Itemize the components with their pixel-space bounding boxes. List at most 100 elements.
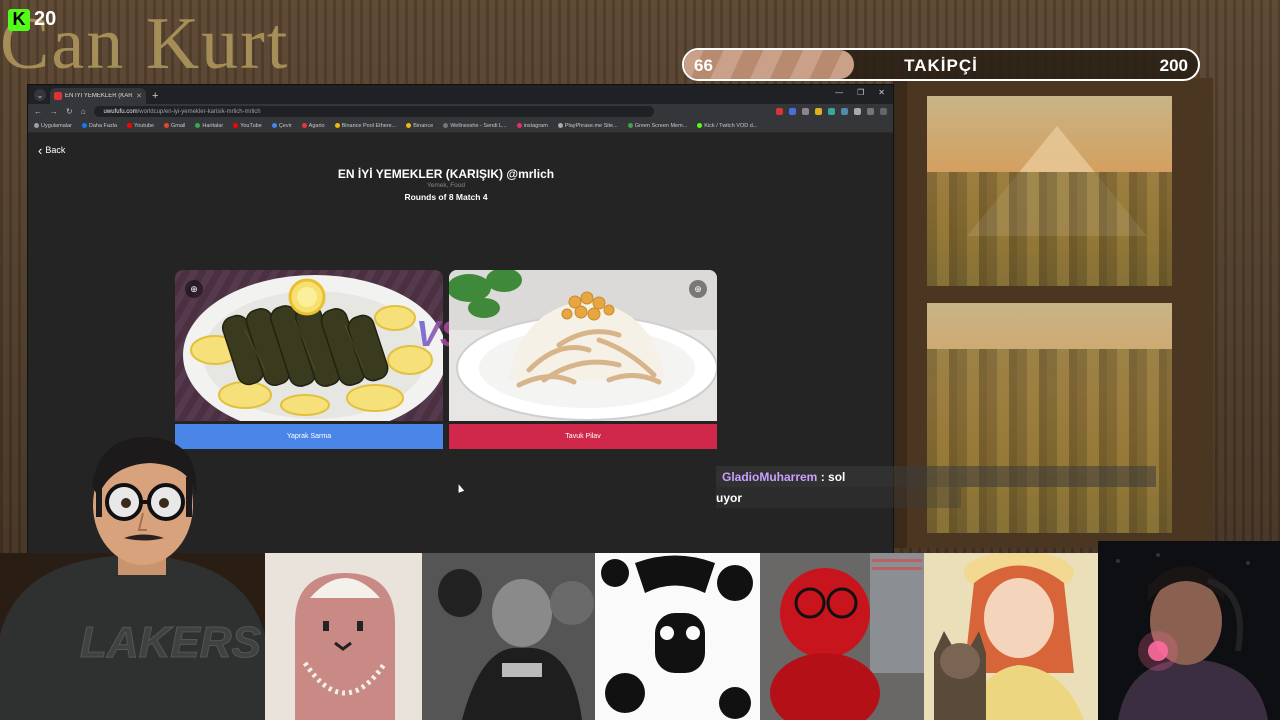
bookmark-item[interactable]: Gmail bbox=[164, 123, 185, 129]
url-host: uwufufu.com bbox=[103, 108, 138, 115]
extension-icon[interactable] bbox=[776, 108, 783, 115]
maximize-icon[interactable]: ❐ bbox=[857, 88, 864, 97]
bookmark-favicon-icon bbox=[557, 123, 563, 128]
chat-separator: : bbox=[817, 469, 829, 484]
bookmark-favicon-icon bbox=[233, 123, 239, 128]
bookmark-label: Daha Fazla bbox=[88, 122, 118, 129]
follower-goal-bar: 66 TAKİPÇİ 200 bbox=[682, 48, 1200, 81]
chat-message: GladioMuharrem : sol bbox=[716, 466, 1156, 487]
back-button[interactable]: ‹ Back bbox=[38, 142, 66, 158]
extension-icon[interactable] bbox=[828, 108, 835, 115]
bookmark-item[interactable]: Green Screen Mem... bbox=[627, 122, 688, 129]
bookmark-favicon-icon bbox=[697, 123, 703, 128]
round-info: Rounds of 8 Match 4 bbox=[404, 192, 488, 202]
bookmark-favicon-icon bbox=[301, 123, 307, 128]
bookmark-label: Çevir bbox=[278, 122, 292, 129]
bookmark-label: Green Screen Mem... bbox=[634, 122, 688, 129]
tab-bar: ⌄ EN İYİ YEMEKLER (KARIŞIK) @m... ✕ + — … bbox=[28, 85, 893, 104]
cam-black-white-art bbox=[595, 553, 760, 720]
bookmark-label: Wellnesshe - Sendi L... bbox=[450, 122, 507, 129]
bookmark-item[interactable]: Haritalar bbox=[195, 123, 223, 129]
chevron-left-icon: ‹ bbox=[38, 142, 43, 158]
cam-red-plush bbox=[760, 553, 924, 720]
bookmark-favicon-icon bbox=[443, 123, 449, 128]
browser-tab[interactable]: EN İYİ YEMEKLER (KARIŞIK) @m... ✕ bbox=[50, 88, 146, 104]
bookmark-label: Haritalar bbox=[202, 122, 224, 129]
home-icon[interactable]: ⌂ bbox=[81, 107, 86, 116]
chat-overlay: GladioMuharrem : sol uyor bbox=[716, 466, 1156, 508]
goal-label: TAKİPÇİ bbox=[904, 56, 978, 75]
tab-title: EN İYİ YEMEKLER (KARIŞIK) @m... bbox=[65, 93, 133, 99]
cam-grayscale-photo bbox=[422, 553, 595, 720]
chat-text: sol bbox=[828, 469, 846, 484]
extension-icon[interactable] bbox=[841, 108, 848, 115]
bookmark-label: Gmail bbox=[171, 122, 186, 129]
bookmark-item[interactable]: Youtube bbox=[127, 123, 154, 129]
chat-text: uyor bbox=[716, 490, 743, 505]
yaprak-sarma-illustration bbox=[175, 270, 443, 421]
page-subtitle: Yemek, Food bbox=[426, 182, 466, 189]
extension-icon[interactable] bbox=[789, 108, 796, 115]
profile-icon[interactable] bbox=[867, 108, 874, 115]
bookmark-item[interactable]: Wellnesshe - Sendi L... bbox=[443, 122, 507, 129]
left-choice-card[interactable]: ⊕ Yaprak Sarma bbox=[175, 270, 443, 449]
bookmark-item[interactable]: Binance bbox=[406, 123, 433, 129]
forward-arrow-icon[interactable]: → bbox=[50, 107, 58, 116]
zoom-in-icon[interactable]: ⊕ bbox=[185, 280, 203, 298]
cam-pink-character bbox=[265, 553, 422, 720]
right-choice-image[interactable] bbox=[449, 270, 717, 421]
bookmark-favicon-icon bbox=[516, 123, 522, 128]
bookmark-item[interactable]: Binance Pool Ethere... bbox=[334, 123, 396, 129]
tavuk-pilav-illustration bbox=[449, 270, 717, 421]
bookmark-label: PlayPhrase.me Site... bbox=[564, 122, 618, 129]
bookmark-favicon-icon bbox=[164, 123, 170, 128]
right-choice-button[interactable]: Tavuk Pilav bbox=[449, 424, 717, 449]
url-input[interactable]: uwufufu.com/worldcup/en-iyi-yemekler-kar… bbox=[93, 106, 654, 117]
bookmark-item[interactable]: Çevir bbox=[271, 122, 292, 129]
bookmark-favicon-icon bbox=[81, 123, 87, 128]
tab-favicon-icon bbox=[54, 92, 62, 100]
bookmark-item[interactable]: Kick / Twitch VOD d... bbox=[697, 123, 757, 129]
kick-viewer-badge: K 20 bbox=[8, 8, 56, 31]
extension-icon[interactable] bbox=[815, 108, 822, 115]
bookmark-label: Kick / Twitch VOD d... bbox=[704, 122, 758, 129]
right-choice-card[interactable]: ⊕ Tavuk Pilav bbox=[449, 270, 717, 449]
bookmarks-bar: Uygulamalar Daha Fazla Youtube Gmail Harital… bbox=[28, 119, 893, 133]
trees-art bbox=[927, 172, 1172, 286]
extension-icon[interactable] bbox=[802, 108, 809, 115]
chat-message: uyor bbox=[716, 487, 961, 508]
close-window-icon[interactable]: ✕ bbox=[878, 88, 885, 97]
bookmark-item[interactable]: instagram bbox=[516, 122, 548, 129]
url-path: /worldcup/en-iyi-yemekler-karisik-mrlich… bbox=[137, 108, 261, 115]
bookmark-label: YouTube bbox=[240, 122, 262, 129]
zoom-in-icon[interactable]: ⊕ bbox=[689, 280, 707, 298]
bookmark-item[interactable]: Daha Fazla bbox=[81, 122, 118, 129]
cam-streamer-webcam bbox=[1098, 541, 1280, 720]
reload-icon[interactable]: ↻ bbox=[66, 107, 73, 116]
bookmark-item[interactable]: PlayPhrase.me Site... bbox=[557, 122, 618, 129]
extensions-puzzle-icon[interactable] bbox=[854, 108, 861, 115]
chat-username: GladioMuharrem bbox=[722, 469, 818, 484]
left-choice-image[interactable] bbox=[175, 270, 443, 421]
menu-kebab-icon[interactable] bbox=[880, 108, 887, 115]
minimize-icon[interactable]: — bbox=[835, 88, 843, 97]
bookmark-favicon-icon bbox=[334, 123, 340, 128]
back-arrow-icon[interactable]: ← bbox=[34, 107, 42, 116]
bookmark-favicon-icon bbox=[271, 123, 277, 128]
bookmark-favicon-icon bbox=[34, 123, 39, 128]
back-label: Back bbox=[45, 145, 66, 155]
bookmark-item[interactable]: YouTube bbox=[233, 123, 262, 129]
bookmark-item[interactable]: Uygulamalar bbox=[34, 123, 72, 129]
bookmark-item[interactable]: Agario bbox=[301, 123, 325, 129]
bookmark-label: instagram bbox=[523, 122, 548, 129]
kick-logo-icon: K bbox=[8, 8, 30, 31]
tab-close-icon[interactable]: ✕ bbox=[136, 92, 142, 100]
bookmark-label: Youtube bbox=[134, 122, 155, 129]
page-title: EN İYİ YEMEKLER (KARIŞIK) @mrlich bbox=[337, 167, 555, 181]
bookmark-favicon-icon bbox=[406, 123, 412, 128]
tab-search-icon[interactable]: ⌄ bbox=[34, 89, 46, 101]
bookmark-favicon-icon bbox=[127, 123, 133, 128]
new-tab-icon[interactable]: + bbox=[152, 90, 158, 102]
bookmark-label: Uygulamalar bbox=[41, 122, 72, 129]
address-bar-row: ← → ↻ ⌂ uwufufu.com/worldcup/en-iyi-yeme… bbox=[28, 104, 893, 119]
